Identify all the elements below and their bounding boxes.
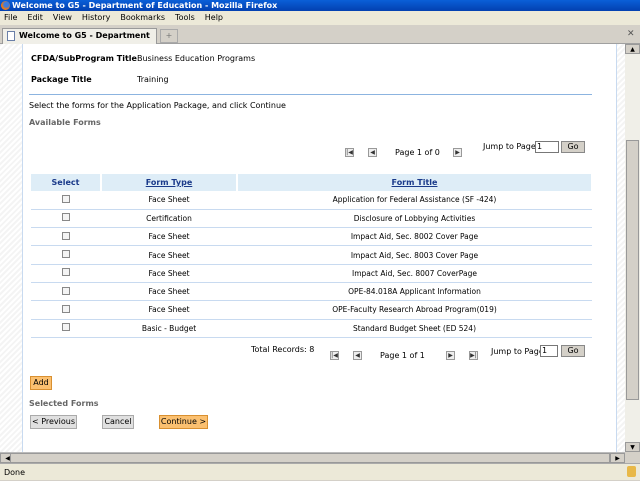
form-type-cell: Certification [101, 209, 237, 229]
cfda-label: CFDA/SubProgram Title [31, 54, 137, 63]
table-row: Face Sheet OPE-84.018A Applicant Informat… [31, 282, 592, 302]
form-title-cell: OPE-Faculty Research Abroad Program(019) [237, 300, 592, 320]
select-checkbox[interactable] [62, 213, 70, 222]
tab-active[interactable]: Welcome to G5 - Department of Edu... [2, 28, 157, 54]
form-title-cell: Application for Federal Assistance (SF -… [237, 191, 592, 210]
form-title-cell: Impact Aid, Sec. 8007 CoverPage [237, 264, 592, 283]
table-row: Certification Disclosure of Lobbying Acti… [31, 209, 592, 229]
horizontal-scroll-thumb[interactable] [10, 453, 610, 463]
header-select: Select [31, 174, 102, 191]
next-page-icon[interactable]: ▶ [453, 148, 462, 157]
select-checkbox[interactable] [62, 268, 70, 277]
status-text: Done [4, 468, 26, 477]
first-page-icon[interactable]: |◀ [330, 351, 339, 360]
table-row: Face Sheet OPE-Faculty Research Abroad Pr… [31, 300, 592, 320]
last-page-icon[interactable]: ▶| [469, 351, 478, 360]
jump-label-top: Jump to Page [483, 142, 536, 151]
divider [29, 94, 592, 95]
form-type-cell: Face Sheet [101, 264, 237, 283]
vertical-scroll-thumb[interactable] [626, 140, 639, 400]
header-form-title[interactable]: Form Title [392, 178, 438, 187]
cancel-button[interactable]: Cancel [102, 415, 134, 429]
select-checkbox[interactable] [62, 286, 70, 295]
selected-forms-heading: Selected Forms [29, 399, 99, 408]
form-type-cell: Face Sheet [101, 227, 237, 247]
page-content: CFDA/SubProgram Title Business Education… [22, 44, 617, 452]
page-indicator-bottom: Page 1 of 1 [380, 351, 425, 360]
page-icon [7, 31, 15, 41]
go-button-bottom[interactable]: Go [561, 345, 585, 357]
jump-page-input-bottom[interactable]: 1 [540, 345, 558, 357]
form-title-cell: Disclosure of Lobbying Activities [237, 209, 592, 229]
menu-help[interactable]: Help [205, 13, 223, 22]
tab-bar: Welcome to G5 - Department of Edu... + [0, 25, 640, 54]
form-title-cell: Impact Aid, Sec. 8002 Cover Page [237, 227, 592, 247]
firefox-icon [1, 1, 10, 10]
table-row: Face Sheet Impact Aid, Sec. 8003 Cover Pa… [31, 245, 592, 265]
available-forms-heading: Available Forms [29, 118, 101, 127]
scroll-down-icon[interactable]: ▼ [625, 442, 640, 452]
lock-icon[interactable] [627, 466, 636, 477]
menu-tools[interactable]: Tools [175, 13, 195, 22]
menu-bookmarks[interactable]: Bookmarks [120, 13, 165, 22]
select-cell [31, 300, 101, 320]
select-cell [31, 264, 101, 283]
page-indicator-top: Page 1 of 0 [395, 148, 440, 157]
jump-page-input-top[interactable]: 1 [535, 141, 559, 153]
select-cell [31, 245, 101, 265]
window-title-bar: Welcome to G5 - Department of Education … [0, 0, 640, 11]
scroll-right-icon[interactable]: ▶ [610, 453, 625, 463]
menu-file[interactable]: File [4, 13, 17, 22]
continue-button[interactable]: Continue > [159, 415, 208, 429]
table-row: Face Sheet Impact Aid, Sec. 8007 CoverPag… [31, 264, 592, 283]
form-type-cell: Face Sheet [101, 300, 237, 320]
form-title-cell: Impact Aid, Sec. 8003 Cover Page [237, 245, 592, 265]
form-type-cell: Face Sheet [101, 191, 237, 210]
select-checkbox[interactable] [62, 323, 70, 332]
table-header: Select Form Type Form Title [31, 174, 593, 191]
form-type-cell: Basic - Budget [101, 319, 237, 338]
table-row: Basic - Budget Standard Budget Sheet (ED … [31, 319, 592, 338]
go-button-top[interactable]: Go [561, 141, 585, 153]
header-form-type[interactable]: Form Type [146, 178, 193, 187]
next-page-icon[interactable]: ▶ [446, 351, 455, 360]
new-tab-button[interactable]: + [160, 29, 178, 43]
select-checkbox[interactable] [62, 250, 70, 259]
form-type-cell: Face Sheet [101, 245, 237, 265]
previous-button[interactable]: < Previous [30, 415, 77, 429]
prev-page-icon[interactable]: ◀ [353, 351, 362, 360]
close-tab-icon[interactable]: ✕ [627, 29, 637, 39]
select-cell [31, 191, 101, 210]
window-title: Welcome to G5 - Department of Education … [12, 1, 278, 10]
instructions: Select the forms for the Application Pac… [29, 101, 286, 110]
scroll-up-icon[interactable]: ▲ [625, 44, 640, 54]
form-title-cell: OPE-84.018A Applicant Information [237, 282, 592, 302]
form-type-cell: Face Sheet [101, 282, 237, 302]
menu-edit[interactable]: Edit [27, 13, 43, 22]
menu-view[interactable]: View [53, 13, 72, 22]
select-cell [31, 319, 101, 338]
total-records: Total Records: 8 [251, 345, 315, 354]
package-label: Package Title [31, 75, 92, 84]
package-value: Training [137, 75, 169, 84]
select-checkbox[interactable] [62, 194, 70, 203]
first-page-icon[interactable]: |◀ [345, 148, 354, 157]
select-cell [31, 209, 101, 229]
menu-bar: File Edit View History Bookmarks Tools Help [0, 11, 640, 25]
status-bar: Done [0, 463, 640, 480]
cfda-value: Business Education Programs [137, 54, 256, 63]
select-cell [31, 282, 101, 302]
add-button[interactable]: Add [30, 376, 52, 390]
jump-label-bottom: Jump to Page [491, 347, 544, 356]
prev-page-icon[interactable]: ◀ [368, 148, 377, 157]
table-row: Face Sheet Impact Aid, Sec. 8002 Cover Pa… [31, 227, 592, 247]
select-checkbox[interactable] [62, 304, 70, 313]
table-row: Face Sheet Application for Federal Assist… [31, 191, 592, 210]
select-checkbox[interactable] [62, 231, 70, 240]
page-viewport: CFDA/SubProgram Title Business Education… [0, 44, 625, 452]
menu-history[interactable]: History [82, 13, 110, 22]
select-cell [31, 227, 101, 247]
forms-table: Select Form Type Form Title Face Sheet Ap… [31, 174, 593, 338]
form-title-cell: Standard Budget Sheet (ED 524) [237, 319, 592, 338]
